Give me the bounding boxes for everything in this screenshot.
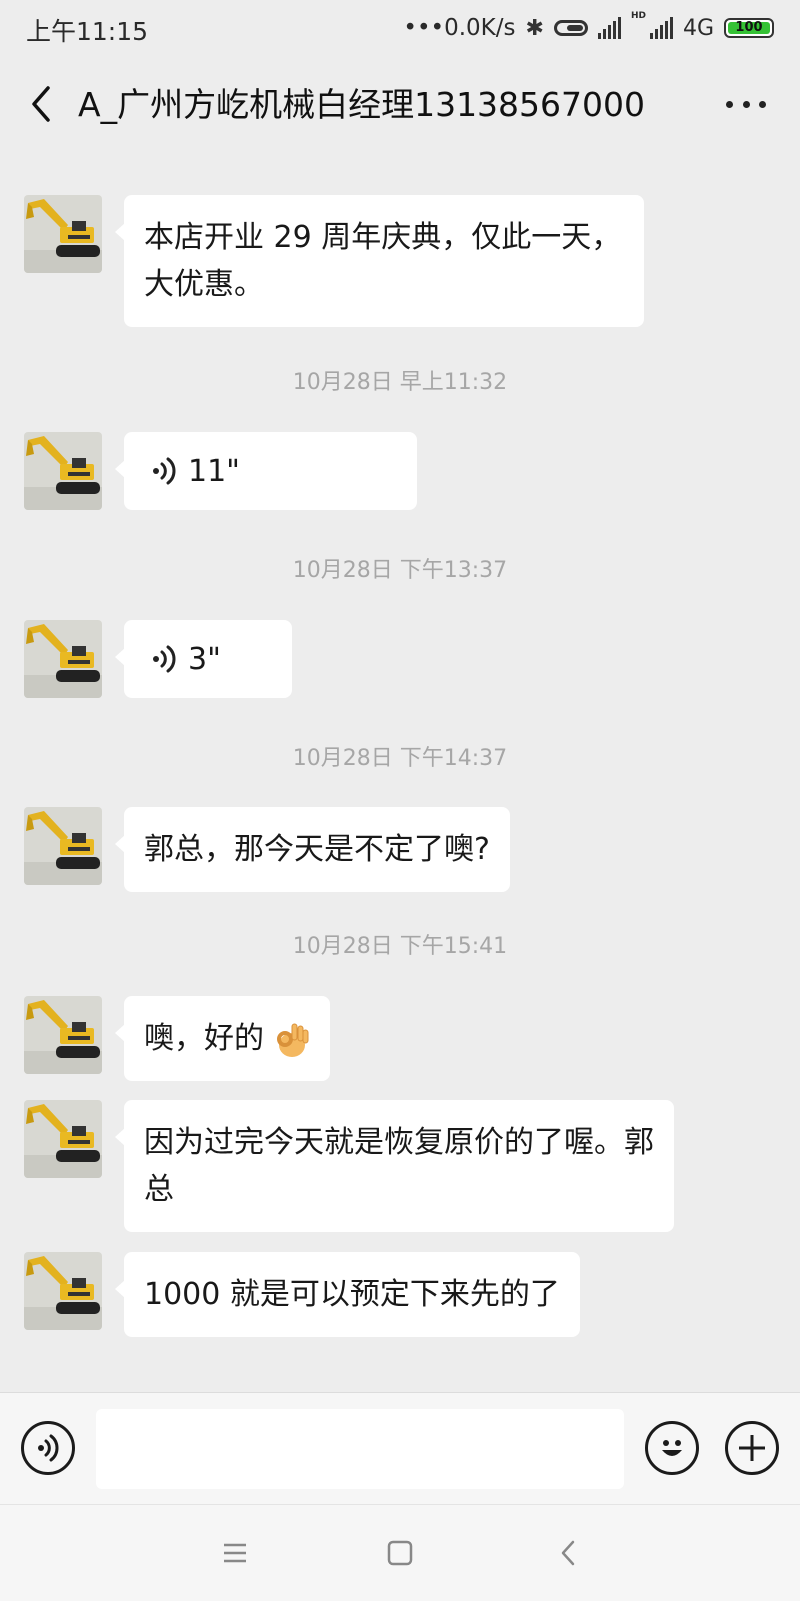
menu-button[interactable] <box>217 1535 253 1571</box>
voice-wave-icon <box>153 457 176 485</box>
excavator-avatar-icon <box>24 620 102 698</box>
message-row: 因为过完今天就是恢复原价的了喔。郭总 <box>24 1100 674 1232</box>
back-chevron-icon <box>32 86 50 122</box>
voice-duration: 3" <box>188 641 221 677</box>
input-bar <box>0 1392 800 1505</box>
voice-message-bubble[interactable]: 3" <box>115 620 292 698</box>
plus-icon <box>739 1435 765 1461</box>
emoji-icon <box>662 1440 682 1456</box>
message-bubble[interactable]: 1000 就是可以预定下来先的了 <box>115 1252 580 1337</box>
home-button[interactable] <box>382 1535 418 1571</box>
avatar[interactable] <box>24 620 102 698</box>
message-row: 噢，好的 <box>24 996 330 1081</box>
more-dot <box>759 100 766 108</box>
excavator-avatar-icon <box>24 1100 102 1178</box>
network-type: 4G <box>682 15 714 41</box>
message-bubble[interactable]: 因为过完今天就是恢复原价的了喔。郭总 <box>115 1100 674 1232</box>
more-options-button[interactable] <box>726 92 766 116</box>
signal-icon-2 <box>649 17 673 39</box>
voice-input-button[interactable] <box>21 1421 75 1475</box>
chat-header: A_广州方屹机械白经理13138567000 <box>0 56 800 152</box>
back-icon <box>561 1540 575 1566</box>
message-row: 11" <box>24 432 417 510</box>
message-timestamp: 10月28日 下午13:37 <box>292 558 508 583</box>
avatar[interactable] <box>24 996 102 1074</box>
message-bubble[interactable]: 噢，好的 <box>115 996 330 1081</box>
message-row: 3" <box>24 620 292 698</box>
message-timestamp: 10月28日 下午14:37 <box>292 746 508 771</box>
excavator-avatar-icon <box>24 807 102 885</box>
excavator-avatar-icon <box>24 432 102 510</box>
status-time: 上午11:15 <box>26 17 149 46</box>
avatar[interactable] <box>24 195 102 273</box>
message-row: 1000 就是可以预定下来先的了 <box>24 1252 580 1337</box>
excavator-avatar-icon <box>24 1252 102 1330</box>
voice-input-icon <box>38 1434 59 1462</box>
hd-badge: HD <box>630 11 646 21</box>
battery-level: 100 <box>735 20 763 35</box>
status-icons: •••0.0K/s ✱ HD 4G 100 <box>403 12 774 44</box>
home-icon <box>387 1540 413 1566</box>
avatar[interactable] <box>24 1252 102 1330</box>
voice-wave-icon <box>153 645 176 673</box>
message-timestamp: 10月28日 早上11:32 <box>292 370 508 395</box>
signal-icon <box>597 17 621 39</box>
plus-button[interactable] <box>725 1421 779 1475</box>
more-dot <box>742 100 750 108</box>
message-list[interactable]: 本店开业 29 周年庆典，仅此一天，大优惠。 10月28日 早上11:32 11… <box>0 152 800 1392</box>
more-dots-icon <box>726 100 733 108</box>
message-timestamp: 10月28日 下午15:41 <box>292 934 508 959</box>
bluetooth-icon: ✱ <box>525 15 544 41</box>
excavator-avatar-icon <box>24 996 102 1074</box>
back-button[interactable] <box>22 84 62 124</box>
voice-message-bubble[interactable]: 11" <box>115 432 417 510</box>
ok-hand-emoji <box>276 1023 309 1057</box>
vibrate-toggle-icon <box>553 20 588 36</box>
message-bubble[interactable]: 本店开业 29 周年庆典，仅此一天，大优惠。 <box>115 195 644 327</box>
message-bubble[interactable]: 郭总，那今天是不定了噢? <box>115 807 510 892</box>
voice-duration: 11" <box>188 453 240 489</box>
avatar[interactable] <box>24 432 102 510</box>
avatar[interactable] <box>24 1100 102 1178</box>
message-input[interactable] <box>96 1409 624 1489</box>
nav-back-button[interactable] <box>550 1535 586 1571</box>
message-row: 郭总，那今天是不定了噢? <box>24 807 510 892</box>
network-speed: •••0.0K/s <box>403 15 516 41</box>
emoji-button[interactable] <box>645 1421 699 1475</box>
battery-icon: 100 <box>724 18 774 38</box>
system-nav-bar <box>0 1504 800 1601</box>
message-row: 本店开业 29 周年庆典，仅此一天，大优惠。 <box>24 195 644 327</box>
status-bar: 上午11:15 •••0.0K/s ✱ HD 4G 100 <box>0 0 800 56</box>
excavator-avatar-icon <box>24 195 102 273</box>
chat-title: A_广州方屹机械白经理13138567000 <box>78 85 646 124</box>
avatar[interactable] <box>24 807 102 885</box>
menu-icon <box>224 1543 246 1563</box>
message-text: 噢，好的 <box>144 1021 264 1056</box>
